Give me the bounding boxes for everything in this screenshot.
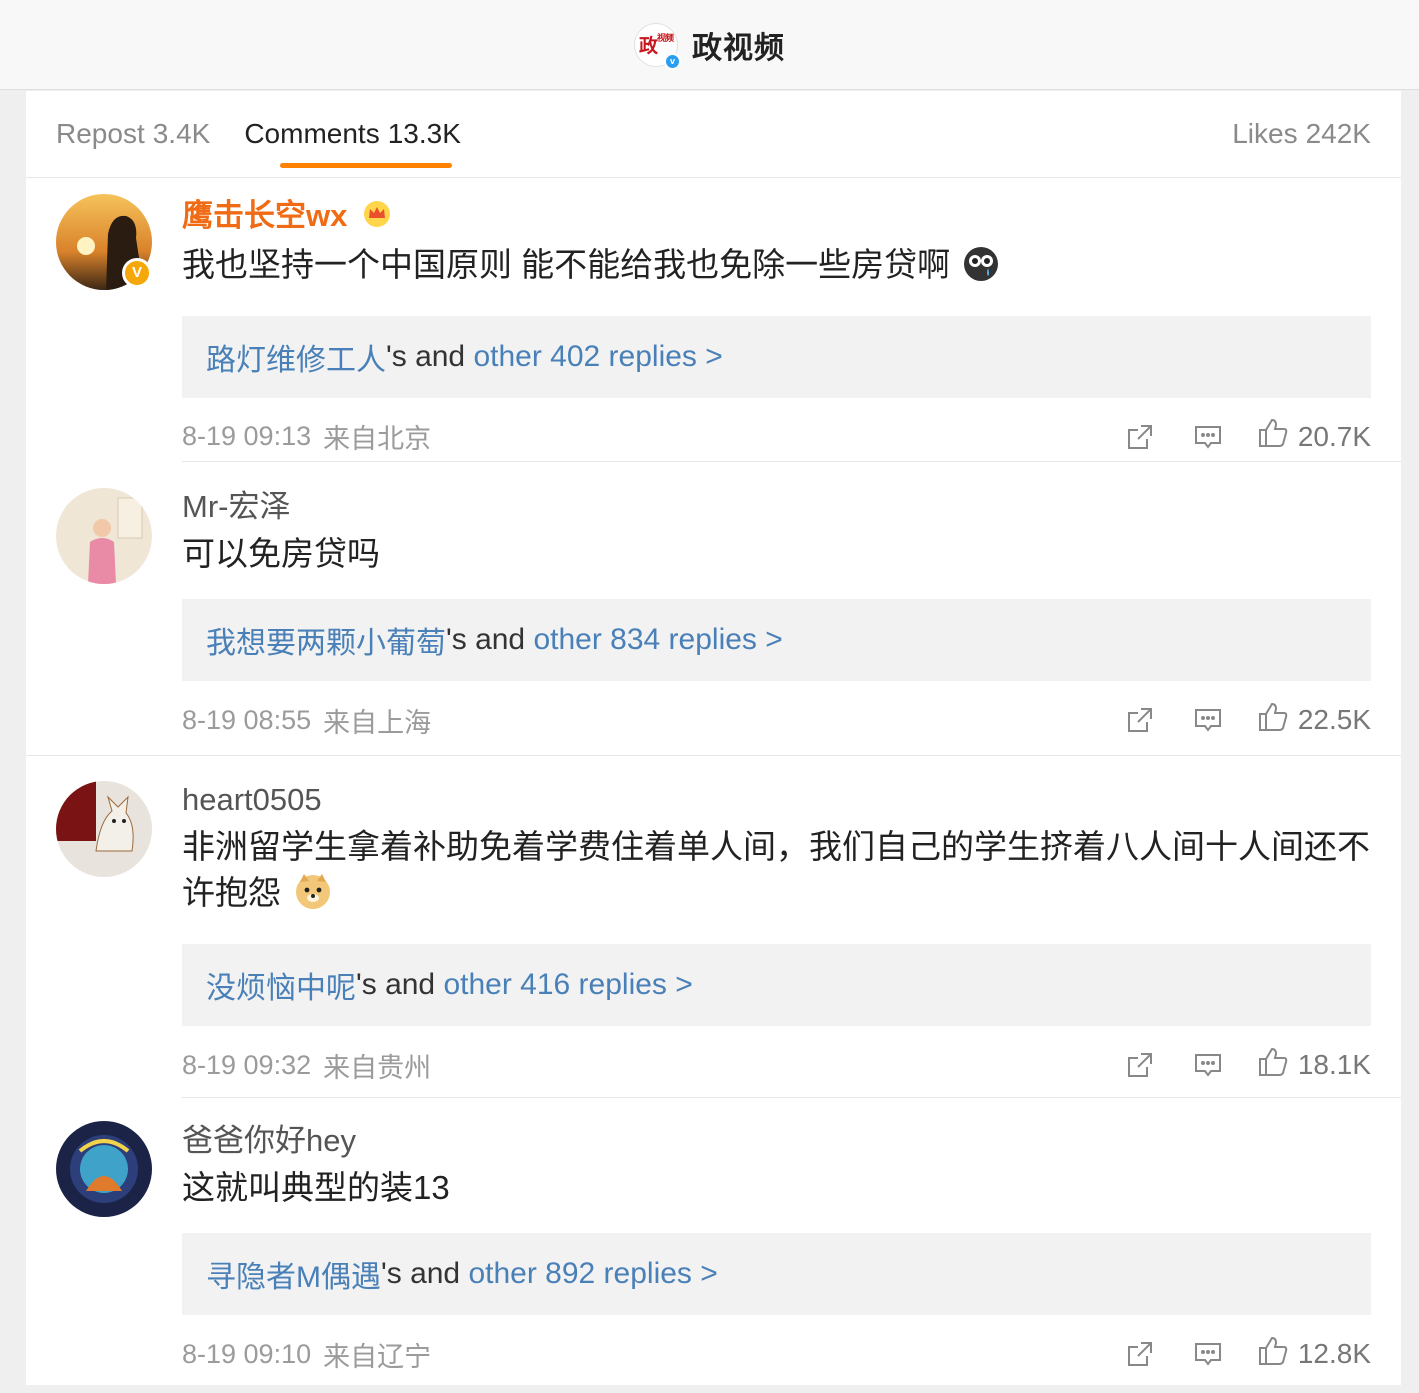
comment-username[interactable]: Mr-宏泽 bbox=[182, 487, 1371, 527]
comment-text: 可以免房贷吗 bbox=[182, 535, 380, 572]
crown-icon bbox=[362, 198, 392, 238]
like-button[interactable]: 18.1K bbox=[1256, 1045, 1371, 1086]
comment-username[interactable]: heart0505 bbox=[182, 780, 1371, 820]
channel-avatar[interactable]: 政视频 v bbox=[634, 22, 681, 70]
thumbs-up-icon bbox=[1256, 416, 1290, 457]
tab-bar: Repost 3.4K Comments 13.3K Likes 242K bbox=[26, 91, 1401, 178]
top-bar: 政视频 v 政视频 bbox=[0, 0, 1419, 90]
tab-repost[interactable]: Repost 3.4K bbox=[56, 118, 210, 150]
avatar[interactable] bbox=[56, 781, 152, 877]
comment-username[interactable]: 爸爸你好hey bbox=[182, 1121, 1371, 1161]
comment-meta: 8-19 09:10 来自辽宁 12.8K bbox=[182, 1315, 1371, 1393]
tab-comments[interactable]: Comments 13.3K bbox=[244, 118, 461, 168]
like-button[interactable]: 12.8K bbox=[1256, 1334, 1371, 1375]
avatar[interactable] bbox=[56, 488, 152, 584]
comments-panel: Repost 3.4K Comments 13.3K Likes 242K V 鹰击长… bbox=[26, 91, 1401, 1385]
replies-preview[interactable]: 寻隐者M偶遇's and other 892 replies > bbox=[182, 1233, 1371, 1315]
doge-emoji-icon bbox=[294, 872, 332, 922]
tab-likes[interactable]: Likes 242K bbox=[1232, 118, 1371, 150]
like-count: 18.1K bbox=[1297, 1049, 1371, 1080]
comment-icon[interactable] bbox=[1188, 417, 1228, 457]
like-count: 20.7K bbox=[1297, 420, 1371, 452]
active-tab-indicator bbox=[280, 163, 453, 168]
verified-icon: v bbox=[664, 52, 681, 70]
channel-name[interactable]: 政视频 bbox=[692, 23, 785, 67]
share-icon[interactable] bbox=[1120, 1334, 1160, 1374]
avatar[interactable] bbox=[56, 1121, 152, 1217]
divider bbox=[26, 755, 1401, 756]
like-count: 22.5K bbox=[1297, 704, 1371, 735]
thumbs-up-icon bbox=[1256, 1045, 1290, 1086]
like-button[interactable]: 20.7K bbox=[1256, 416, 1371, 457]
comment-icon[interactable] bbox=[1188, 700, 1228, 740]
replies-preview[interactable]: 没烦恼中呢's and other 416 replies > bbox=[182, 944, 1371, 1026]
comment-meta: 8-19 09:32 来自贵州 18.1K bbox=[182, 1026, 1371, 1104]
like-button[interactable]: 22.5K bbox=[1256, 700, 1371, 741]
crying-emoji-icon bbox=[963, 246, 999, 294]
like-count: 12.8K bbox=[1297, 1338, 1371, 1369]
share-icon[interactable] bbox=[1120, 700, 1160, 740]
comment-location: 来自辽宁 bbox=[323, 1341, 432, 1372]
comment-time: 8-19 09:13 bbox=[182, 421, 312, 452]
comment-username[interactable]: 鹰击长空wx bbox=[182, 196, 1371, 238]
comment-location: 来自北京 bbox=[323, 424, 432, 455]
comment-text: 这就叫典型的装13 bbox=[182, 1169, 450, 1206]
thumbs-up-icon bbox=[1256, 700, 1290, 741]
comment-location: 来自上海 bbox=[323, 707, 432, 738]
comment-icon[interactable] bbox=[1188, 1334, 1228, 1374]
comment-time: 8-19 08:55 bbox=[182, 704, 312, 735]
comment-time: 8-19 09:10 bbox=[182, 1338, 312, 1369]
comment-text: 我也坚持一个中国原则 能不能给我也免除一些房贷啊 bbox=[182, 242, 1371, 294]
comment-meta: 8-19 08:55 来自上海 22.5K bbox=[182, 681, 1371, 759]
replies-preview[interactable]: 我想要两颗小葡萄's and other 834 replies > bbox=[182, 599, 1371, 681]
share-icon[interactable] bbox=[1120, 417, 1160, 457]
thumbs-up-icon bbox=[1256, 1334, 1290, 1375]
comment-time: 8-19 09:32 bbox=[182, 1049, 312, 1080]
comment-icon[interactable] bbox=[1188, 1045, 1228, 1085]
share-icon[interactable] bbox=[1120, 1045, 1160, 1085]
divider bbox=[182, 461, 1401, 462]
divider bbox=[182, 1097, 1401, 1098]
comment-location: 来自贵州 bbox=[323, 1052, 432, 1083]
replies-preview[interactable]: 路灯维修工人's and other 402 replies > bbox=[182, 315, 1371, 398]
comment-text: 非洲留学生拿着补助免着学费住着单人间，我们自己的学生挤着八人间十人间还不许抱怨 bbox=[182, 824, 1371, 922]
comment-meta: 8-19 09:13 来自北京 20.7K bbox=[182, 398, 1371, 476]
verified-badge: V bbox=[122, 258, 152, 288]
